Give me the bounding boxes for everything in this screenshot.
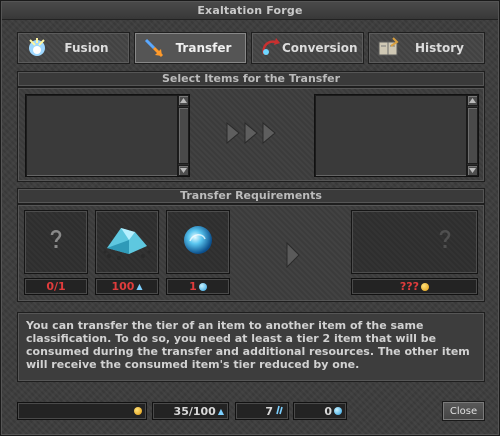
core-icon [181,223,215,261]
scroll-thumb[interactable] [467,107,478,164]
scrollbar[interactable] [466,95,478,176]
select-items-header: Select Items for the Transfer [17,71,485,87]
count-text: 0/1 [46,280,66,293]
count-text: 1 [189,280,197,293]
tab-label: Conversion [282,41,358,55]
scroll-thumb[interactable] [178,107,189,164]
requirements-panel: 0/1 100 ▲ 1 ??? [17,204,485,302]
dust-slot[interactable] [95,210,159,274]
core-count: 1 [166,278,230,295]
result-cost: ??? [351,278,478,295]
dust-amount: 35/100 [173,404,216,418]
dust-count: 100 ▲ [95,278,159,295]
gold-coin-icon [134,407,142,415]
question-mark-icon [49,229,63,255]
core-balance: 0 [293,402,347,420]
tab-history[interactable]: History [368,32,485,64]
gold-balance [17,402,147,420]
close-button[interactable]: Close [442,401,485,421]
sliver-balance: 7 [235,402,289,420]
core-amount: 0 [324,404,332,418]
scroll-down-button[interactable] [467,165,478,176]
tab-fusion[interactable]: Fusion [17,32,130,64]
dust-icon [99,218,155,266]
dust-balance: 35/100 ▲ [152,402,229,420]
tab-label: Fusion [64,41,109,55]
scroll-down-button[interactable] [178,165,189,176]
tab-label: History [414,41,465,55]
tab-conversion[interactable]: Conversion [251,32,364,64]
scroll-up-button[interactable] [467,95,478,106]
result-arrow-icon [286,241,300,272]
result-item-slot[interactable] [351,210,478,274]
source-item-list[interactable] [25,94,190,177]
fusion-icon [24,35,50,61]
question-mark-icon [438,229,452,255]
transfer-description: You can transfer the tier of an item to … [17,312,485,382]
tab-label: Transfer [175,41,232,55]
scrollbar[interactable] [177,95,189,176]
required-item-slot[interactable] [24,210,88,274]
transfer-icon [141,35,167,61]
core-slot[interactable] [166,210,230,274]
tab-transfer[interactable]: Transfer [134,32,247,64]
dust-small-icon: ▲ [217,406,224,416]
gold-coin-icon [421,282,430,291]
history-icon [375,35,401,61]
transfer-arrows-icon [225,121,279,149]
requirements-header: Transfer Requirements [17,188,485,204]
count-text: 100 [111,280,135,293]
core-small-icon [198,282,207,291]
required-item-count: 0/1 [24,278,88,295]
select-items-panel [17,87,485,182]
exaltation-forge-window: Exaltation Forge Fusion Transfer Convers… [0,0,500,436]
dust-small-icon: ▲ [136,282,143,291]
scroll-up-button[interactable] [178,95,189,106]
window-title: Exaltation Forge [2,2,498,20]
sliver-amount: 7 [265,404,273,418]
cost-text: ??? [399,280,420,293]
core-small-icon [334,407,342,415]
sliver-icon [275,405,284,418]
target-item-list[interactable] [314,94,479,177]
conversion-icon [258,35,282,61]
